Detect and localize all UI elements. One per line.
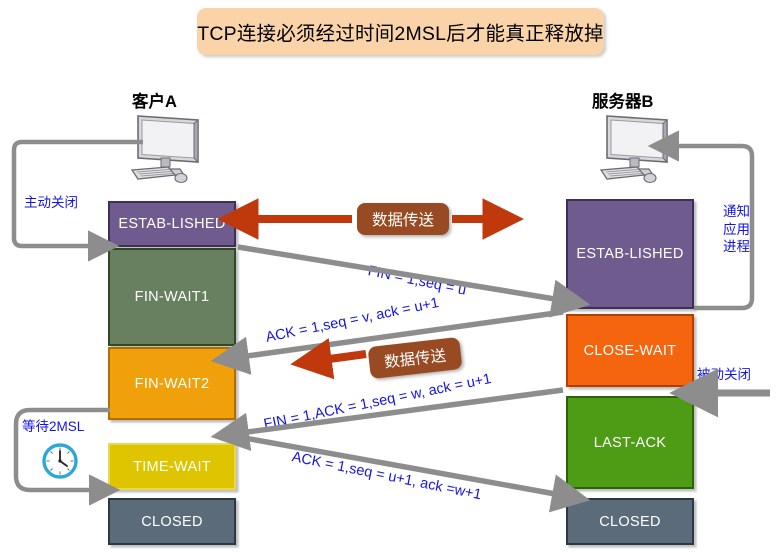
client-active-close-connector (11, 139, 143, 262)
connector-layer (11, 130, 770, 513)
arrow-ack-1 (210, 309, 564, 375)
data-transfer-arrow-left (290, 338, 367, 380)
arrow-fin-ack (210, 387, 564, 451)
diagram-canvas: TCP连接必须经过时间2MSL后才能真正释放掉 客户A 服务器B ESTAB-L… (0, 0, 780, 552)
arrow-ack-final (238, 434, 591, 513)
arrow-fin-1 (237, 244, 591, 318)
notify-app-connector (647, 130, 755, 311)
wait-2msl-connector (13, 407, 121, 506)
